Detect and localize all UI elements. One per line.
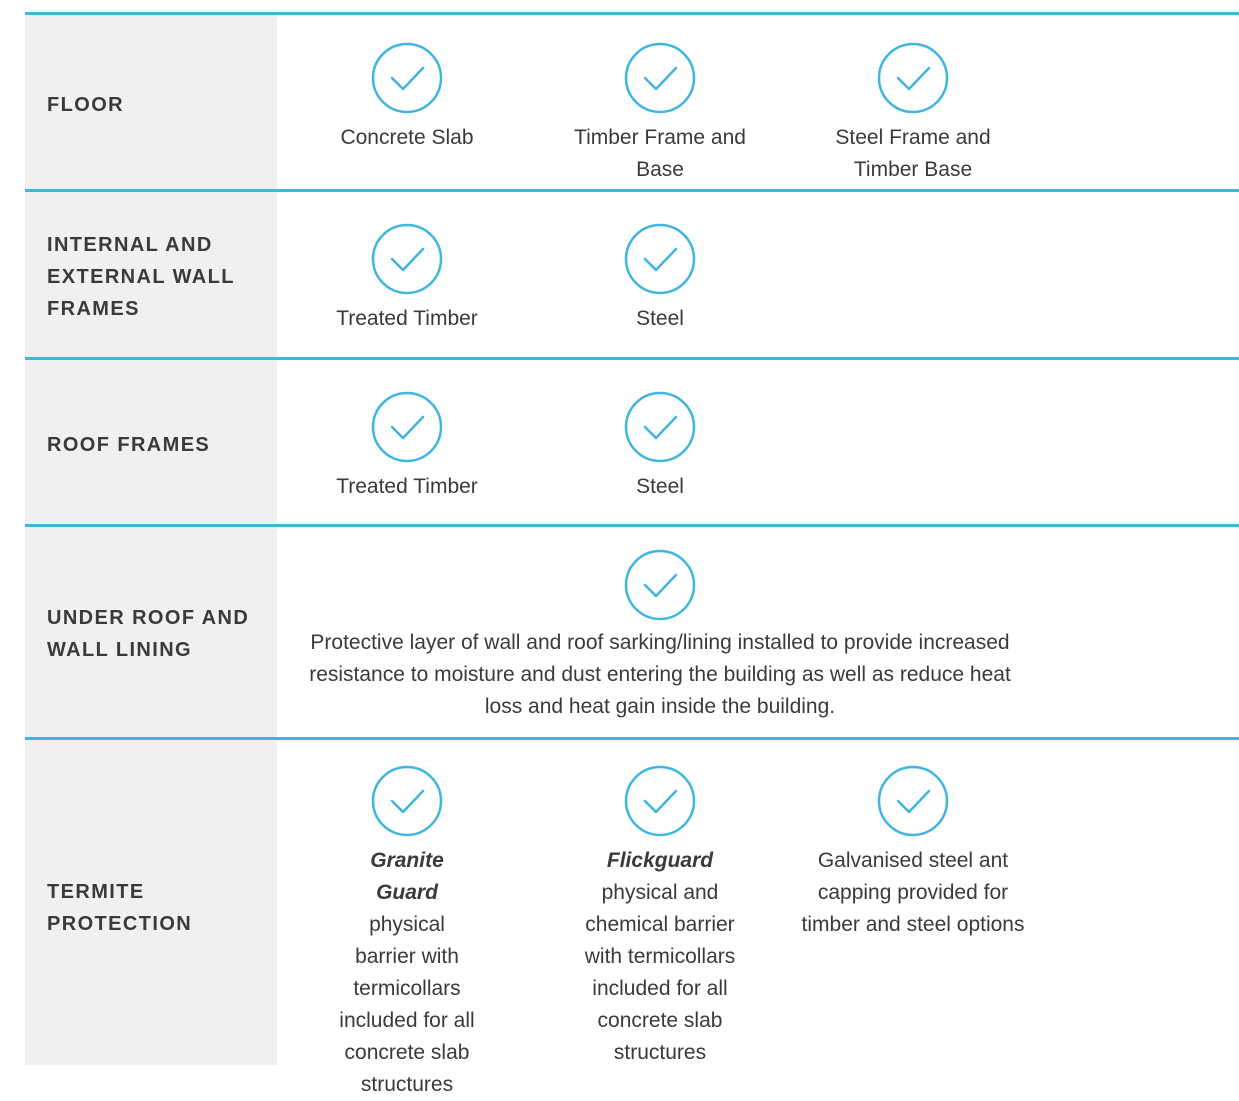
row-label-cell: FLOOR: [25, 15, 277, 189]
option-detail: physical and chemical barrier with termi…: [584, 881, 736, 1064]
product-name: Granite Guard: [370, 849, 444, 904]
option-text: Treated Timber: [336, 307, 478, 330]
row-label-cell: INTERNAL AND EXTERNAL WALL FRAMES: [25, 192, 277, 357]
row-wall-frames: INTERNAL AND EXTERNAL WALL FRAMES Treate…: [25, 192, 1239, 357]
row-roof-frames: ROOF FRAMES Treated Timber Steel: [25, 360, 1239, 524]
check-circle-icon: [877, 42, 949, 114]
row-label-cell: TERMITE PROTECTION: [25, 740, 277, 1065]
option-text: Galvanised steel ant capping provided fo…: [801, 849, 1025, 936]
check-circle-icon: [877, 765, 949, 837]
option-text: Steel: [636, 307, 684, 330]
option-text: Treated Timber: [336, 475, 478, 498]
option-item: Steel Frame and Timber Base: [783, 42, 1043, 186]
option-item: Galvanised steel ant capping provided fo…: [783, 765, 1043, 941]
row-label-cell: ROOF FRAMES: [25, 360, 277, 524]
check-circle-icon: [371, 765, 443, 837]
check-circle-icon: [371, 391, 443, 463]
option-item: Steel: [530, 391, 790, 503]
option-text: Flickguard physical and chemical barrier …: [530, 845, 790, 1069]
row-label: ROOF FRAMES: [47, 434, 211, 456]
check-circle-icon: [624, 223, 696, 295]
row-label-cell: UNDER ROOF AND WALL LINING: [25, 527, 277, 737]
option-item: Treated Timber: [277, 391, 537, 503]
row-lining: UNDER ROOF AND WALL LINING Protective la…: [25, 527, 1239, 737]
row-label: TERMITE PROTECTION: [47, 881, 193, 935]
comparison-table: FLOOR Concrete Slab Timber Frame and Bas…: [25, 0, 1239, 1096]
option-text: Steel Frame and Timber Base: [835, 126, 991, 181]
option-item: [530, 549, 790, 621]
option-item: Timber Frame and Base: [530, 42, 790, 186]
option-item: Treated Timber: [277, 223, 537, 335]
row-label: INTERNAL AND EXTERNAL WALL FRAMES: [47, 234, 235, 320]
check-circle-icon: [624, 549, 696, 621]
option-text: Concrete Slab: [340, 126, 474, 149]
option-text: Timber Frame and Base: [574, 126, 746, 181]
check-circle-icon: [624, 42, 696, 114]
option-item: Steel: [530, 223, 790, 335]
row-floor: FLOOR Concrete Slab Timber Frame and Bas…: [25, 15, 1239, 189]
check-circle-icon: [371, 42, 443, 114]
option-description: Protective layer of wall and roof sarkin…: [309, 631, 1011, 718]
option-text: Steel: [636, 475, 684, 498]
option-item: Granite Guard physical barrier with termi…: [277, 765, 537, 1101]
product-name: Flickguard: [606, 849, 714, 872]
check-circle-icon: [624, 391, 696, 463]
option-item: Concrete Slab: [277, 42, 537, 154]
check-circle-icon: [624, 765, 696, 837]
row-label: FLOOR: [47, 94, 124, 116]
row-termite: TERMITE PROTECTION Granite Guard physical…: [25, 740, 1239, 1096]
option-item: Flickguard physical and chemical barrier …: [530, 765, 790, 1069]
row-label: UNDER ROOF AND WALL LINING: [47, 607, 250, 661]
check-circle-icon: [371, 223, 443, 295]
option-detail: physical barrier with termicollars inclu…: [339, 913, 475, 1096]
option-text: Granite Guard physical barrier with termi…: [277, 845, 537, 1101]
